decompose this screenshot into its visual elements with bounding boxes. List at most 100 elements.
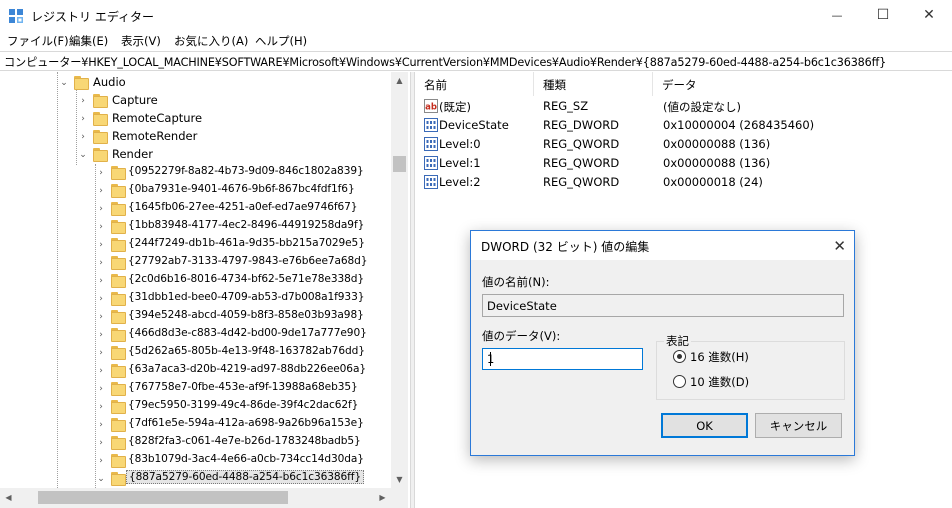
- list-cell-type: REG_QWORD: [543, 156, 620, 170]
- chevron-right-icon[interactable]: ›: [96, 329, 106, 341]
- value-name-field: DeviceState: [482, 294, 844, 317]
- tree-guide-line: [57, 72, 58, 508]
- chevron-down-icon[interactable]: ⌄: [96, 473, 106, 485]
- chevron-right-icon[interactable]: ›: [96, 311, 106, 323]
- close-button[interactable]: ✕: [906, 0, 952, 30]
- list-item[interactable]: DeviceState REG_DWORD 0x10000004 (26843546…: [415, 116, 952, 135]
- close-icon[interactable]: ✕: [833, 237, 846, 255]
- folder-icon: [111, 328, 126, 342]
- column-header-name[interactable]: 名前: [415, 72, 534, 96]
- key-tree[interactable]: ⌄ Audio › Capture › RemoteCapture › RemoteRen…: [4, 72, 410, 508]
- scroll-thumb[interactable]: [38, 491, 288, 504]
- registry-editor-icon: [9, 9, 23, 23]
- tree-item-label: {2c0d6b16-8016-4734-bf62-5e71e78e338d}: [128, 273, 364, 285]
- chevron-right-icon[interactable]: ›: [96, 347, 106, 359]
- menu-view[interactable]: 表示(V): [121, 33, 161, 49]
- folder-icon: [93, 130, 108, 144]
- scroll-left-icon[interactable]: ◀: [0, 489, 17, 506]
- tree-item-label: {394e5248-abcd-4059-b8f3-858e03b93a98}: [128, 309, 364, 321]
- chevron-right-icon[interactable]: ›: [78, 95, 88, 107]
- list-cell-type: REG_DWORD: [543, 118, 620, 132]
- binary-value-icon: [424, 137, 438, 151]
- chevron-right-icon[interactable]: ›: [96, 221, 106, 233]
- base-group: [656, 341, 845, 400]
- chevron-right-icon[interactable]: ›: [96, 437, 106, 449]
- list-item[interactable]: Level:1 REG_QWORD 0x00000088 (136): [415, 154, 952, 173]
- minimize-icon: —: [831, 8, 843, 22]
- value-data-input[interactable]: [482, 348, 643, 370]
- tree-item-label: {5d262a65-805b-4e13-9f48-163782ab76dd}: [128, 345, 365, 357]
- value-name-label: 値の名前(N):: [482, 275, 550, 289]
- dialog-title-bar: DWORD (32 ビット) 値の編集 ✕: [471, 231, 854, 260]
- radio-decimal[interactable]: [673, 375, 686, 388]
- chevron-right-icon[interactable]: ›: [96, 401, 106, 413]
- list-item[interactable]: ab (既定) REG_SZ (値の設定なし): [415, 97, 952, 116]
- radio-decimal-label[interactable]: 10 進数(D): [690, 374, 749, 390]
- menu-favorites[interactable]: お気に入り(A): [174, 33, 248, 49]
- column-header-data[interactable]: データ: [653, 72, 952, 96]
- chevron-right-icon[interactable]: ›: [96, 185, 106, 197]
- maximize-button[interactable]: ☐: [860, 0, 906, 30]
- address-bar[interactable]: コンピューター¥HKEY_LOCAL_MACHINE¥SOFTWARE¥Micr…: [0, 51, 952, 71]
- tree-item-label: {1645fb06-27ee-4251-a0ef-ed7ae9746f67}: [128, 201, 358, 213]
- radio-hexadecimal-label[interactable]: 16 進数(H): [690, 349, 749, 365]
- tree-item-label: {0952279f-8a82-4b73-9d09-846c1802a839}: [128, 165, 364, 177]
- dialog-title: DWORD (32 ビット) 値の編集: [481, 240, 650, 254]
- scroll-right-icon[interactable]: ▶: [374, 489, 391, 506]
- tree-item-label: RemoteCapture: [112, 111, 203, 125]
- tree-vertical-scrollbar[interactable]: ▲ ▼: [391, 72, 408, 488]
- minimize-button[interactable]: —: [814, 0, 860, 30]
- menu-file[interactable]: ファイル(F): [7, 33, 69, 49]
- tree-item-label: {7df61e5e-594a-412a-a698-9a26b96a153e}: [128, 417, 364, 429]
- cancel-button[interactable]: キャンセル: [755, 413, 842, 438]
- chevron-right-icon[interactable]: ›: [96, 383, 106, 395]
- list-cell-data: 0x00000018 (24): [663, 175, 763, 189]
- menu-bar: ファイル(F) 編集(E) 表示(V) お気に入り(A) ヘルプ(H): [0, 30, 952, 51]
- folder-icon: [74, 76, 89, 90]
- scroll-corner: [391, 488, 408, 508]
- radio-hexadecimal[interactable]: [673, 350, 686, 363]
- menu-edit[interactable]: 編集(E): [69, 33, 108, 49]
- tree-guide-line: [76, 90, 77, 165]
- chevron-down-icon[interactable]: ⌄: [78, 149, 88, 161]
- binary-value-icon: [424, 156, 438, 170]
- text-caret: [490, 352, 491, 366]
- chevron-right-icon[interactable]: ›: [96, 365, 106, 377]
- tree-item-label: {27792ab7-3133-4797-9843-e76b6ee7a68d}: [128, 255, 368, 267]
- folder-icon: [93, 112, 108, 126]
- folder-icon: [111, 310, 126, 324]
- folder-icon: [111, 346, 126, 360]
- chevron-right-icon[interactable]: ›: [96, 239, 106, 251]
- list-cell-type: REG_QWORD: [543, 175, 620, 189]
- chevron-right-icon[interactable]: ›: [78, 131, 88, 143]
- chevron-right-icon[interactable]: ›: [96, 275, 106, 287]
- tree-horizontal-scrollbar[interactable]: ◀ ▶: [0, 488, 408, 508]
- list-cell-data: (値の設定なし): [663, 100, 741, 114]
- chevron-down-icon[interactable]: ⌄: [59, 77, 69, 89]
- ok-button[interactable]: OK: [661, 413, 748, 438]
- scroll-up-icon[interactable]: ▲: [391, 72, 408, 89]
- folder-icon: [93, 94, 108, 108]
- chevron-right-icon[interactable]: ›: [96, 293, 106, 305]
- chevron-right-icon[interactable]: ›: [96, 455, 106, 467]
- folder-icon: [111, 220, 126, 234]
- tree-item-label: {79ec5950-3199-49c4-86de-39f4c2dac62f}: [128, 399, 359, 411]
- chevron-right-icon[interactable]: ›: [96, 167, 106, 179]
- scroll-thumb[interactable]: [393, 156, 406, 172]
- chevron-right-icon[interactable]: ›: [96, 419, 106, 431]
- scroll-down-icon[interactable]: ▼: [391, 471, 408, 488]
- list-item[interactable]: Level:0 REG_QWORD 0x00000088 (136): [415, 135, 952, 154]
- tree-item-label: {466d8d3e-c883-4d42-bd00-9de17a777e90}: [128, 327, 367, 339]
- list-cell-name: Level:2: [439, 175, 481, 189]
- menu-help[interactable]: ヘルプ(H): [255, 33, 307, 49]
- tree-item-label: {0ba7931e-9401-4676-9b6f-867bc4fdf1f6}: [128, 183, 355, 195]
- chevron-right-icon[interactable]: ›: [96, 257, 106, 269]
- list-cell-name: (既定): [439, 100, 471, 114]
- chevron-right-icon[interactable]: ›: [96, 203, 106, 215]
- list-cell-name: Level:0: [439, 137, 481, 151]
- tree-item-label: {828f2fa3-c061-4e7e-b26d-1783248badb5}: [128, 435, 361, 447]
- chevron-right-icon[interactable]: ›: [78, 113, 88, 125]
- folder-icon: [111, 202, 126, 216]
- list-item[interactable]: Level:2 REG_QWORD 0x00000018 (24): [415, 173, 952, 192]
- column-header-type[interactable]: 種類: [534, 72, 653, 96]
